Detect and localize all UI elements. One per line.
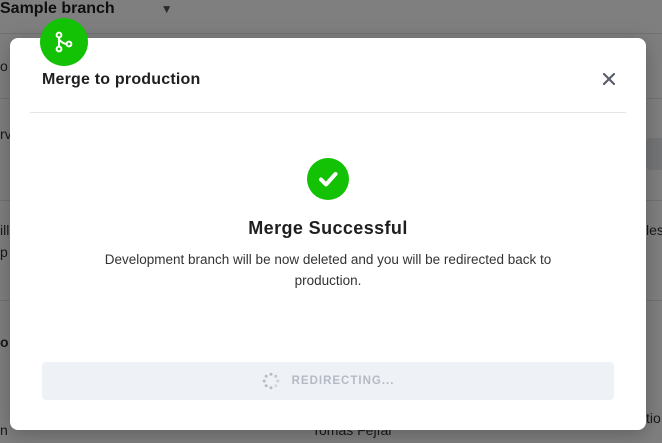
success-heading: Merge Successful [248,218,408,238]
dialog-divider [30,112,626,113]
spinner-icon [262,372,280,390]
merge-dialog: Merge to production Merge Successful Dev… [10,18,646,430]
success-message: Development branch will be now deleted a… [104,252,552,288]
redirecting-button[interactable]: REDIRECTING... [42,362,614,400]
branch-icon [40,18,88,66]
close-icon[interactable] [600,70,618,88]
check-circle-icon [307,158,349,200]
dialog-title: Merge to production [42,71,201,88]
button-label: REDIRECTING... [291,375,395,387]
